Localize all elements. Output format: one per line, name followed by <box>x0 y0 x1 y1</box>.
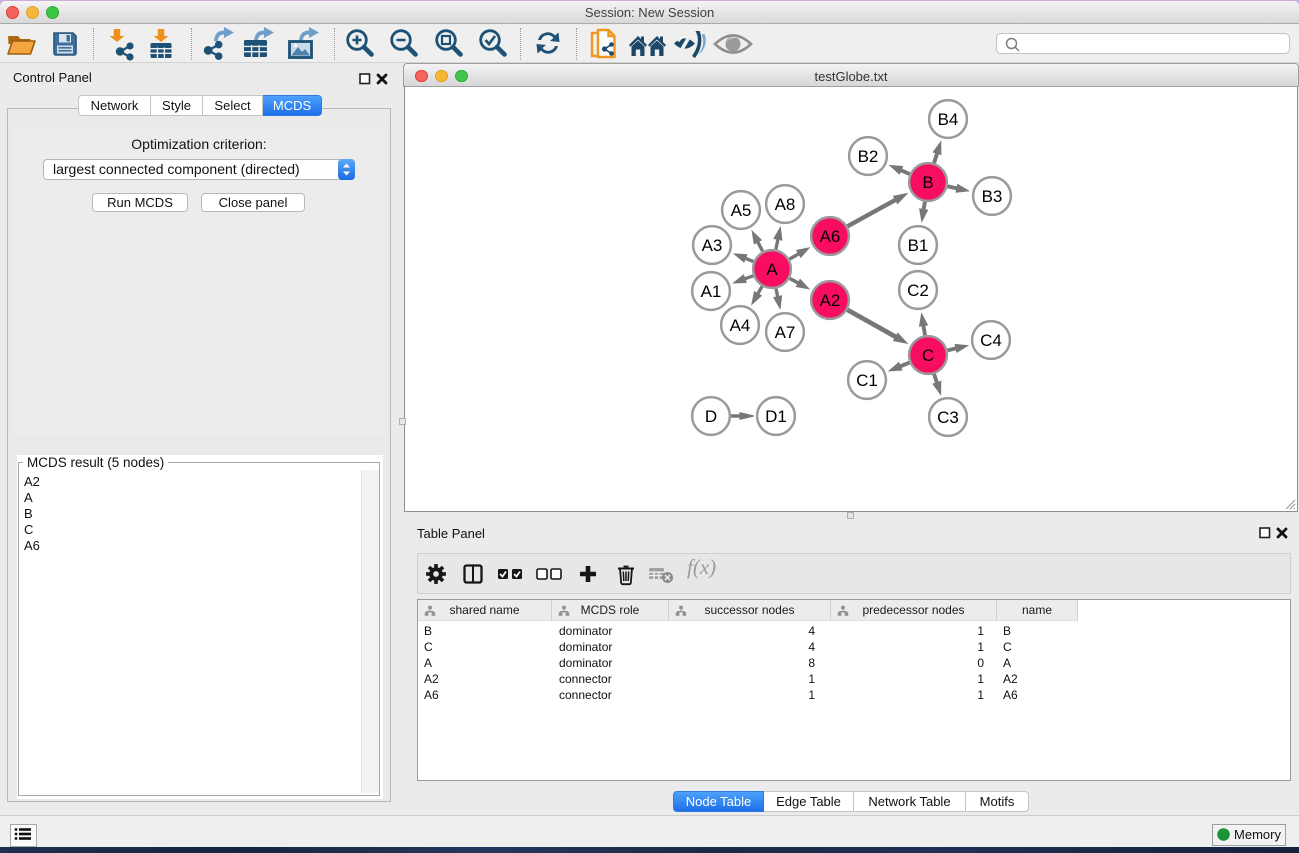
svg-text:D: D <box>705 407 717 426</box>
svg-text:D1: D1 <box>765 407 787 426</box>
svg-text:C4: C4 <box>980 331 1002 350</box>
svg-text:A7: A7 <box>775 323 796 342</box>
svg-text:C1: C1 <box>856 371 878 390</box>
svg-text:B3: B3 <box>982 187 1003 206</box>
svg-text:C2: C2 <box>907 281 929 300</box>
svg-text:C3: C3 <box>937 408 959 427</box>
svg-text:A4: A4 <box>730 316 751 335</box>
svg-text:B1: B1 <box>908 236 929 255</box>
svg-text:A3: A3 <box>702 236 723 255</box>
svg-text:B: B <box>922 173 933 192</box>
svg-text:A5: A5 <box>731 201 752 220</box>
svg-text:A8: A8 <box>775 195 796 214</box>
svg-text:B4: B4 <box>938 110 959 129</box>
svg-text:A: A <box>766 260 778 279</box>
svg-text:A6: A6 <box>820 227 841 246</box>
svg-text:C: C <box>922 346 934 365</box>
svg-text:B2: B2 <box>858 147 879 166</box>
svg-text:A2: A2 <box>820 291 841 310</box>
svg-text:A1: A1 <box>701 282 722 301</box>
